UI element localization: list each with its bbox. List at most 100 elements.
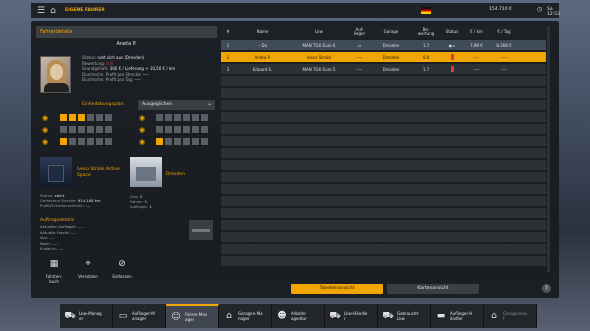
empty-rows bbox=[221, 76, 546, 266]
nav-driver-manager[interactable]: ☺ Fahrer-Man ager bbox=[166, 304, 219, 328]
table-row[interactable]: 3 Eduard S. MAN TGX Euro 5 ---- Dresden … bbox=[221, 64, 546, 74]
col-trailer[interactable]: Auf- lieger bbox=[348, 27, 371, 37]
tab-table-view[interactable]: Tabellenansicht bbox=[291, 284, 383, 294]
col-per-km[interactable]: € / km bbox=[463, 29, 490, 35]
skill-point bbox=[105, 126, 112, 133]
nav-label: Auflieger-H ändler bbox=[450, 311, 473, 321]
nav-truck-manager[interactable]: ⛟ Lkw-Manag er bbox=[60, 304, 113, 328]
row-per-day: ---- bbox=[501, 54, 507, 60]
fire-button[interactable]: ⊘ Entlassen bbox=[108, 259, 136, 284]
orders-details: Aktueller Auflieger: ---- Aktuelle Frach… bbox=[40, 224, 83, 252]
drivers-table: # Name Lkw Auf- lieger Garage Be- wertun… bbox=[221, 26, 546, 272]
transfer-button[interactable]: ⌖ Versetzen bbox=[74, 260, 102, 284]
row-per-km: ---- bbox=[473, 66, 480, 72]
nav-trailer-manager[interactable]: ▭ Auflieger-M anager bbox=[113, 304, 166, 328]
truck-profit-value: ---- bbox=[85, 203, 91, 208]
empty-table-row bbox=[221, 172, 546, 182]
row-status bbox=[441, 65, 463, 73]
skill-point bbox=[174, 114, 181, 121]
fire-driver-icon: ⊘ bbox=[118, 259, 126, 269]
row-per-km: ---- bbox=[473, 54, 480, 60]
warning-icon bbox=[450, 53, 454, 60]
row-lkw: MAN TGX Euro 6 bbox=[302, 42, 336, 48]
logbook-button[interactable]: ▦ Fahrten- buch bbox=[40, 260, 68, 285]
status-label: Status: bbox=[82, 55, 97, 60]
empty-table-row bbox=[221, 220, 546, 230]
skill-point bbox=[96, 114, 103, 121]
nav-trailer-dealer[interactable]: ▬ Auflieger-H ändler bbox=[431, 304, 484, 328]
money-display: 154.710 € bbox=[489, 7, 512, 12]
skill-point bbox=[192, 114, 199, 121]
nav-job-agency[interactable]: ☻ Arbeits- agentur bbox=[272, 304, 325, 328]
skill-point bbox=[183, 114, 190, 121]
skill-point bbox=[174, 126, 181, 133]
rating-value: 0.8 bbox=[106, 60, 113, 66]
used-truck-icon: ⛟ bbox=[382, 310, 394, 321]
fuel-icon: ◉ bbox=[138, 138, 146, 146]
distance-icon: ◉ bbox=[41, 126, 49, 134]
skill-point bbox=[87, 138, 94, 145]
col-num[interactable]: # bbox=[221, 29, 235, 35]
row-rating: 1.7 bbox=[422, 66, 430, 72]
col-status[interactable]: Status bbox=[441, 29, 463, 35]
empty-table-row bbox=[221, 160, 546, 170]
row-per-day: ---- bbox=[501, 66, 507, 72]
row-per-km: 7,89 € bbox=[470, 42, 483, 48]
tab-map-view[interactable]: Kartenansicht bbox=[387, 284, 479, 294]
nav-garage-buy[interactable]: ⌂ Garagenkau f bbox=[484, 304, 537, 328]
flag-icon bbox=[421, 7, 431, 14]
row-garage: Dresden bbox=[382, 66, 400, 72]
home-icon[interactable]: ⌂ bbox=[47, 5, 59, 16]
empty-table-row bbox=[221, 208, 546, 218]
truck-dealer-icon: ⛟ bbox=[329, 310, 341, 321]
skill-point bbox=[69, 126, 76, 133]
empty-table-row bbox=[221, 184, 546, 194]
trailer-slot bbox=[189, 220, 213, 240]
chevron-down-icon: ⌄ bbox=[206, 100, 212, 107]
rating-label: Bewertung: bbox=[82, 60, 106, 66]
col-name[interactable]: Name bbox=[235, 29, 290, 35]
driver-manager-icon: ☺ bbox=[171, 312, 181, 322]
menu-icon[interactable]: ☰ bbox=[35, 5, 47, 16]
col-lkw[interactable]: Lkw bbox=[290, 29, 348, 35]
order-trailer: Aktueller Auflieger: ---- bbox=[40, 224, 84, 229]
driver-actions: ▦ Fahrten- buch ⌖ Versetzen ⊘ Entlassen bbox=[40, 259, 136, 285]
garage-trailer-label: Auflieger: bbox=[130, 204, 149, 209]
table-row[interactable]: 1 • Du MAN TGX Euro 6 ▭ Dresden 1.7 ◆▭ 7… bbox=[221, 40, 546, 50]
adr-icon: ◉ bbox=[41, 114, 49, 122]
row-rating: 0.8 bbox=[422, 54, 430, 60]
empty-table-row bbox=[221, 76, 546, 86]
help-button[interactable]: ? bbox=[542, 284, 551, 293]
truck-manager-icon: ⛟ bbox=[64, 310, 76, 321]
table-row[interactable]: 2 Aneta P. Iveco Stralis ---- Dresden 0.… bbox=[221, 52, 546, 62]
row-name: Eduard S. bbox=[252, 66, 273, 72]
nav-label: Gebraucht- Lkw bbox=[397, 311, 420, 321]
skill-point bbox=[192, 138, 199, 145]
nav-used-truck[interactable]: ⛟ Gebraucht- Lkw bbox=[378, 304, 431, 328]
truck-profit-label: Profit/Schadenseinheit: bbox=[40, 203, 84, 208]
nav-label: Fahrer-Man ager bbox=[185, 312, 208, 322]
logbook-label: Fahrten- buch bbox=[45, 274, 63, 284]
high-value-icon: ◉ bbox=[41, 138, 49, 146]
row-num: 3 bbox=[226, 66, 230, 72]
truck-name[interactable]: Iveco Stralis Active Space bbox=[77, 167, 127, 179]
nav-truck-dealer[interactable]: ⛟ Lkw-Händle r bbox=[325, 304, 378, 328]
table-scrollbar[interactable] bbox=[547, 26, 550, 272]
row-trailer: ---- bbox=[356, 66, 363, 72]
skill-point bbox=[60, 138, 67, 145]
skills-dropdown[interactable]: Ausgeglichen ⌄ bbox=[138, 100, 215, 110]
empty-table-row bbox=[221, 100, 546, 110]
col-garage[interactable]: Garage bbox=[371, 29, 411, 35]
col-rating[interactable]: Be- wertung bbox=[411, 27, 441, 37]
garage-name[interactable]: Dresden bbox=[166, 172, 185, 177]
salary-value: 366 € / Lieferung + 10,50 € / km bbox=[109, 66, 176, 72]
driver-portrait bbox=[40, 56, 71, 93]
empty-table-row bbox=[221, 244, 546, 254]
skills-label: Einheitsbungsplan: bbox=[82, 102, 125, 107]
nav-garage-manager[interactable]: ⌂ Garagen-Ma nager bbox=[219, 304, 272, 328]
skill-point bbox=[156, 126, 163, 133]
row-lkw: Iveco Stralis bbox=[306, 54, 332, 60]
col-per-day[interactable]: € / Tag bbox=[490, 29, 518, 35]
driver-info: Status: ruht sich aus (Dresden) Bewertun… bbox=[82, 55, 175, 83]
status-value: ruht sich aus (Dresden) bbox=[97, 55, 145, 60]
